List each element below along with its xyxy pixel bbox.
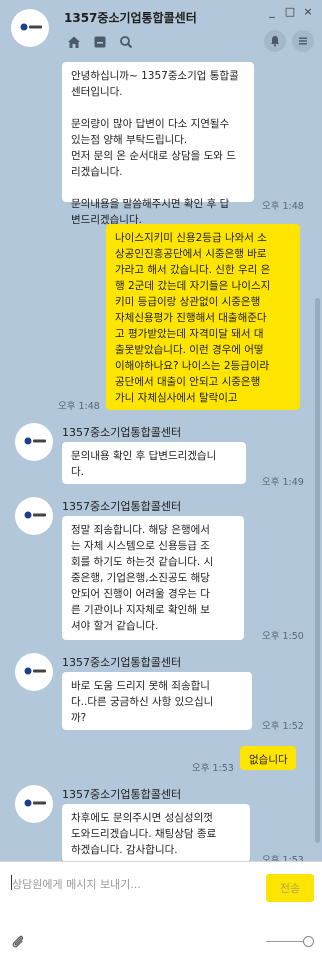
home-icon[interactable] <box>66 34 82 50</box>
message-input[interactable]: 상담원에게 메시지 보내기... <box>12 876 141 892</box>
notification-button[interactable] <box>264 30 286 52</box>
sender-avatar[interactable] <box>14 652 54 692</box>
sender-name: 1357중소기업통합콜센터 <box>62 788 182 801</box>
menu-button[interactable] <box>292 30 314 52</box>
close-button[interactable]: × <box>300 5 316 19</box>
sender-name: 1357중소기업통합콜센터 <box>62 500 182 513</box>
chat-title: 1357중소기업통합콜센터 <box>64 11 197 25</box>
sender-avatar[interactable] <box>14 784 54 824</box>
opacity-slider-track[interactable] <box>266 941 308 942</box>
minimize-button[interactable]: _ <box>264 5 280 19</box>
sender-avatar[interactable] <box>14 422 54 462</box>
bell-icon <box>271 36 279 47</box>
drawer-icon[interactable] <box>92 34 108 50</box>
message-time: 오후 1:53 <box>192 763 234 774</box>
chat-header: 1357중소기업통합콜센터 _ □ × <box>0 0 322 58</box>
message-bubble-received[interactable]: 바로 도움 드리지 못해 죄송합니 다..다른 궁금하신 사항 있으십니 까? <box>62 672 252 730</box>
menu-icon <box>299 37 307 45</box>
send-button[interactable]: 전송 <box>266 874 314 902</box>
message-bubble-received[interactable]: 안녕하십니까~ 1357중소기업 통합콜 센터입니다. 문의량이 많아 답변이 … <box>62 62 254 226</box>
profile-avatar[interactable] <box>10 8 50 48</box>
message-time: 오후 1:48 <box>262 201 304 212</box>
opacity-slider-handle[interactable] <box>303 936 314 947</box>
message-time: 오후 1:52 <box>262 721 304 732</box>
message-time: 오후 1:49 <box>262 477 304 488</box>
sender-name: 1357중소기업통합콜센터 <box>62 426 182 439</box>
message-bubble-received[interactable]: 정말 죄송합니다. 해당 은행에서 는 자체 시스템으로 신용등급 조 회를 하… <box>62 516 244 640</box>
message-composer: 상담원에게 메시지 보내기... 전송 <box>0 861 322 960</box>
header-toolbar <box>66 34 134 50</box>
chat-scrollbar[interactable] <box>315 298 320 843</box>
sender-name: 1357중소기업통합콜센터 <box>62 656 182 669</box>
search-icon[interactable] <box>118 34 134 50</box>
message-time: 오후 1:50 <box>262 631 304 642</box>
header-actions <box>264 30 314 52</box>
message-bubble-sent[interactable]: 없습니다 <box>240 746 296 770</box>
message-bubble-received[interactable]: 문의내용 확인 후 답변드리겠습니 다. <box>62 442 246 484</box>
sender-avatar[interactable] <box>14 496 54 536</box>
message-bubble-sent[interactable]: 나이스지키미 신용2등급 나와서 소 상공인진흥공단에서 시중은행 바로 가라고… <box>106 224 300 410</box>
chat-message-list[interactable]: 안녕하십니까~ 1357중소기업 통합콜 센터입니다. 문의량이 많아 답변이 … <box>0 58 322 861</box>
message-bubble-received[interactable]: 차후에도 문의주시면 성심성의껏 도와드리겠습니다. 채팅상담 종료 하겠습니다… <box>62 804 250 861</box>
window-controls: _ □ × <box>264 5 316 19</box>
attach-file-icon[interactable] <box>10 934 26 950</box>
message-time: 오후 1:48 <box>58 401 100 412</box>
message-time: 오후 1:53 <box>262 855 304 861</box>
maximize-button[interactable]: □ <box>282 5 298 19</box>
